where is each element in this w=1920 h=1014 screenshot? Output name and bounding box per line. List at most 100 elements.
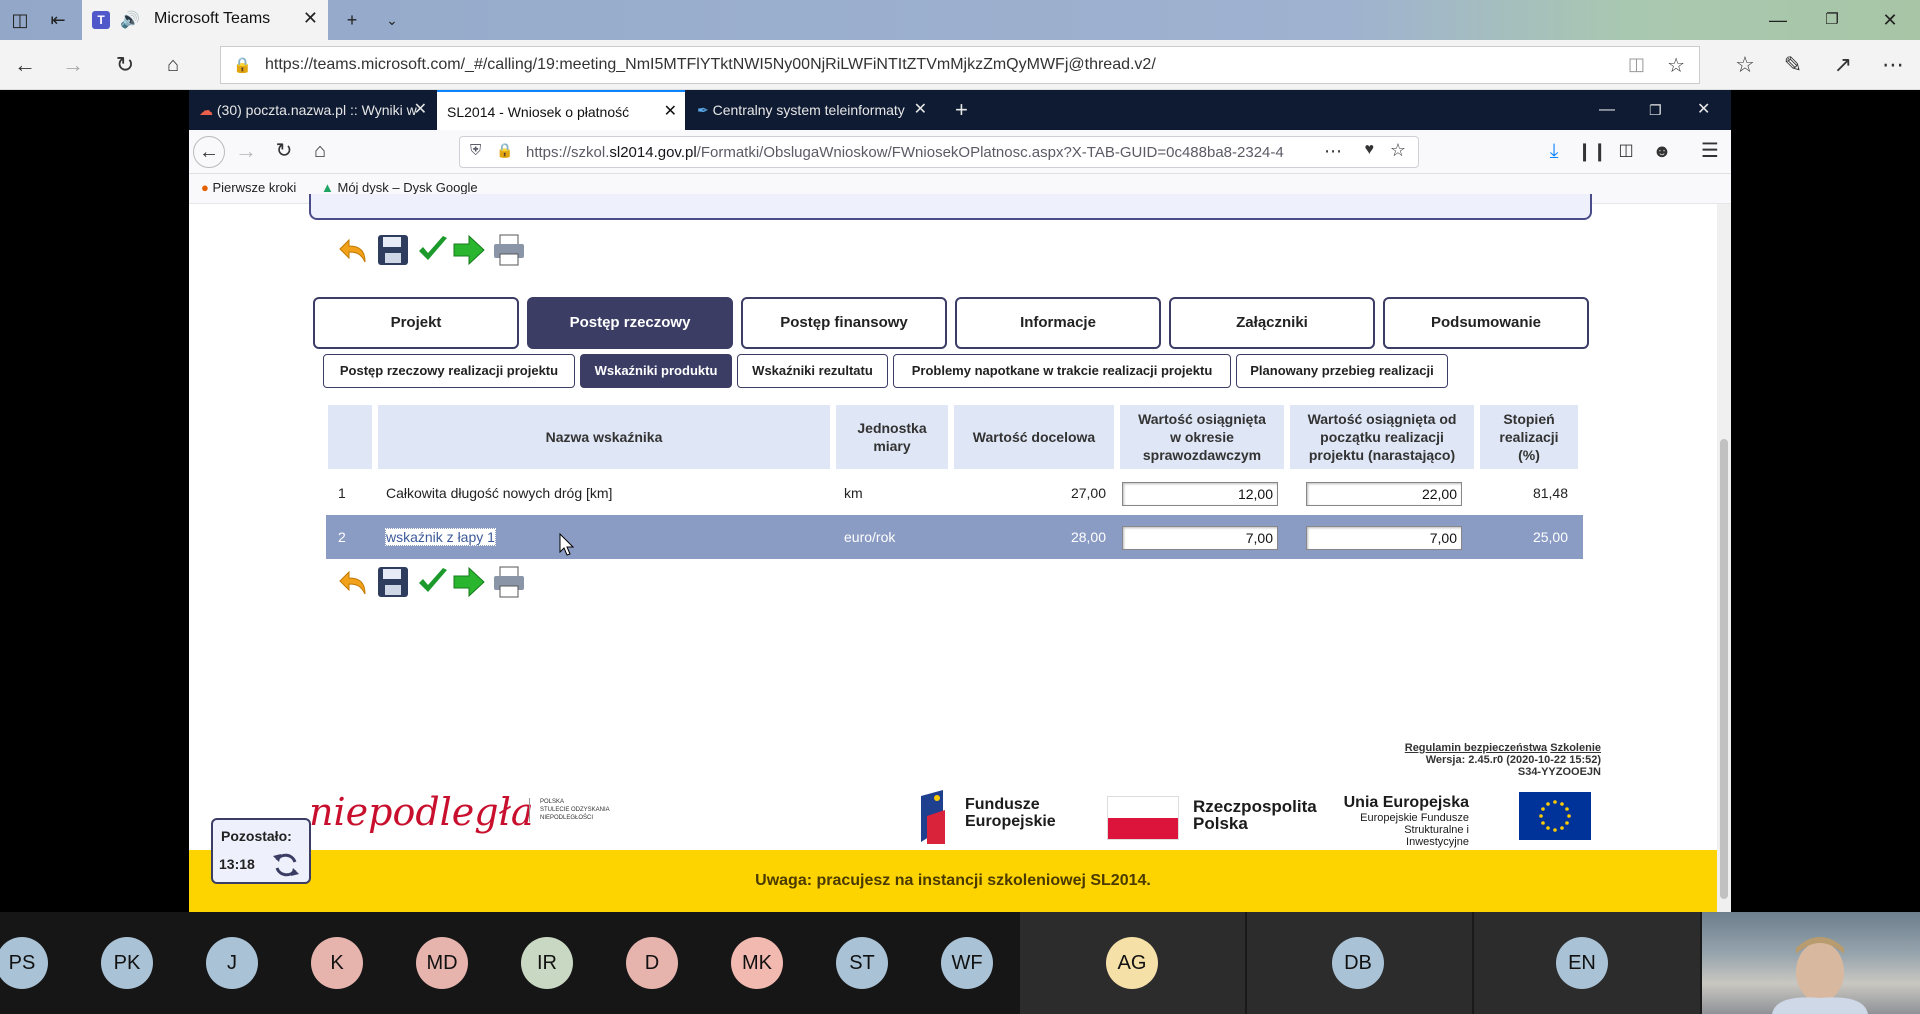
new-tab-icon[interactable]: + (945, 90, 985, 130)
back-icon[interactable]: ← (12, 52, 38, 78)
reading-view-icon[interactable]: ◫ (1628, 54, 1645, 75)
page-actions-icon[interactable]: ⋯ (1324, 141, 1342, 162)
chevron-down-icon[interactable]: ⌄ (380, 8, 404, 32)
footer-info: Regulamin bezpieczeństwa Szkolenie Wersj… (1405, 742, 1601, 778)
participant-avatar[interactable]: AG (1106, 937, 1158, 989)
participant-avatar[interactable]: MD (416, 937, 468, 989)
scrollbar-thumb[interactable] (1720, 439, 1728, 899)
ff-tab-poczta[interactable]: ☁ (30) poczta.nazwa.pl :: Wyniki w ✕ (189, 90, 435, 130)
participant-avatar[interactable]: J (206, 937, 258, 989)
ff-url-text[interactable]: https://szkol.sl2014.gov.pl/Formatki/Obs… (526, 144, 1284, 161)
edge-address-bar[interactable]: 🔒 https://teams.microsoft.com/_#/calling… (220, 46, 1700, 84)
forward-icon[interactable]: → (60, 52, 86, 78)
check-icon[interactable] (415, 564, 451, 600)
cumulative-value-input[interactable]: 7,00 (1306, 526, 1462, 550)
arrow-right-icon[interactable] (451, 564, 487, 600)
library-icon[interactable]: ❙❙ (1577, 138, 1607, 164)
speaker-icon[interactable]: 🔊 (120, 10, 140, 30)
ff-tab-sl2014[interactable]: SL2014 - Wniosek o płatność ✕ (437, 90, 685, 130)
subtab-planowany-przebieg[interactable]: Planowany przebieg realizacji (1236, 354, 1448, 388)
refresh-icon[interactable]: ↻ (271, 138, 297, 164)
arrow-right-icon[interactable] (451, 232, 487, 268)
close-tab-icon[interactable]: ✕ (303, 8, 318, 29)
menu-icon[interactable]: ☰ (1697, 138, 1723, 164)
table-row-selected[interactable]: 2 wskaźnik z łapy 1 euro/rok 28,00 7,00 … (326, 515, 1583, 559)
share-icon[interactable]: ↗ (1830, 52, 1856, 78)
undo-icon[interactable] (337, 232, 373, 268)
tab-projekt[interactable]: Projekt (313, 297, 519, 349)
participant-avatar[interactable]: MK (731, 937, 783, 989)
favorite-star-icon[interactable]: ☆ (1667, 53, 1685, 78)
tab-actions-icon[interactable]: ◫ (8, 8, 32, 32)
check-icon[interactable] (415, 232, 451, 268)
header-line: miary (873, 438, 911, 454)
save-icon[interactable] (375, 564, 411, 600)
save-icon[interactable] (375, 232, 411, 268)
tab-postep-rzeczowy[interactable]: Postęp rzeczowy (527, 297, 733, 349)
firefox-address-bar[interactable]: ⛨ 🔒 https://szkol.sl2014.gov.pl/Formatki… (459, 136, 1419, 168)
sidebar-icon[interactable]: ◫ (1613, 138, 1639, 164)
undo-icon[interactable] (337, 564, 373, 600)
window-close-icon[interactable]: ✕ (1687, 90, 1717, 130)
participant-avatar[interactable]: PK (101, 937, 153, 989)
bookmark-moj-dysk[interactable]: ▲ Mój dysk – Dysk Google (321, 180, 478, 195)
participant-avatar[interactable]: DB (1332, 937, 1384, 989)
tab-postep-finansowy[interactable]: Postęp finansowy (741, 297, 947, 349)
subtab-wskazniki-rezultatu[interactable]: Wskaźniki rezultatu (737, 354, 888, 388)
ff-tab-centralny[interactable]: ✒ Centralny system teleinformaty ✕ (687, 90, 935, 130)
training-link[interactable]: Szkolenie (1550, 742, 1601, 754)
tab-podsumowanie[interactable]: Podsumowanie (1383, 297, 1589, 349)
print-icon[interactable] (491, 564, 527, 600)
close-tab-icon[interactable]: ✕ (664, 92, 677, 130)
period-value-input[interactable]: 7,00 (1122, 526, 1278, 550)
pen-icon[interactable]: ✎ (1780, 52, 1806, 78)
header-line: realizacji (1499, 429, 1559, 445)
participant-avatar[interactable]: IR (521, 937, 573, 989)
cell-name-highlighted[interactable]: wskaźnik z łapy 1 (385, 528, 496, 546)
tab-aside-icon[interactable]: ⇤ (46, 8, 70, 32)
participant-avatar[interactable]: D (626, 937, 678, 989)
participant-avatar[interactable]: K (311, 937, 363, 989)
minimize-icon[interactable]: — (1589, 90, 1619, 130)
edge-url-text[interactable]: https://teams.microsoft.com/_#/calling/1… (265, 56, 1156, 74)
participant-avatar[interactable]: ST (836, 937, 888, 989)
more-icon[interactable]: ⋯ (1880, 52, 1906, 78)
participant-avatar[interactable]: EN (1556, 937, 1608, 989)
edge-tab-teams[interactable]: T 🔊 Microsoft Teams ✕ (82, 0, 328, 40)
close-tab-icon[interactable]: ✕ (414, 90, 427, 130)
print-icon[interactable] (491, 232, 527, 268)
download-icon[interactable]: ⤓ (1541, 138, 1567, 164)
page-scrollbar[interactable] (1717, 204, 1731, 912)
subtab-wskazniki-produktu[interactable]: Wskaźniki produktu (580, 354, 732, 388)
participants-strip: PS PK J K MD IR D MK ST WF AG DB EN (0, 912, 1920, 1014)
refresh-session-icon[interactable] (271, 850, 301, 880)
back-icon[interactable]: ← (193, 136, 225, 168)
period-value-input[interactable]: 12,00 (1122, 482, 1278, 506)
bookmark-pierwsze-kroki[interactable]: ● Pierwsze kroki (201, 180, 296, 195)
tab-zalaczniki[interactable]: Załączniki (1169, 297, 1375, 349)
minimize-icon[interactable]: — (1766, 8, 1790, 32)
window-close-icon[interactable]: ✕ (1878, 8, 1902, 32)
refresh-icon[interactable]: ↻ (112, 52, 138, 78)
edge-tab-bar: ◫ ⇤ T 🔊 Microsoft Teams ✕ + ⌄ — ❐ ✕ (0, 0, 1920, 40)
security-rules-link[interactable]: Regulamin bezpieczeństwa (1405, 742, 1547, 754)
restore-icon[interactable]: ❐ (1639, 90, 1669, 130)
tab-informacje[interactable]: Informacje (955, 297, 1161, 349)
home-icon[interactable]: ⌂ (160, 52, 186, 78)
logo-line: Unia Europejska (1343, 794, 1469, 811)
shield-icon[interactable]: ⛨ (470, 142, 481, 159)
new-tab-icon[interactable]: + (340, 8, 364, 32)
pocket-icon[interactable]: ♥ (1365, 141, 1375, 159)
favorites-icon[interactable]: ☆ (1732, 52, 1758, 78)
table-row[interactable]: 1 Całkowita długość nowych dróg [km] km … (326, 471, 1583, 515)
cumulative-value-input[interactable]: 22,00 (1306, 482, 1462, 506)
forward-icon[interactable]: → (233, 138, 259, 164)
subtab-postep-rzeczowy-realizacji[interactable]: Postęp rzeczowy realizacji projektu (323, 354, 575, 388)
close-tab-icon[interactable]: ✕ (914, 90, 927, 130)
subtab-problemy[interactable]: Problemy napotkane w trakcie realizacji … (893, 354, 1231, 388)
restore-icon[interactable]: ❐ (1820, 8, 1844, 32)
account-icon[interactable]: ☻ (1649, 138, 1675, 164)
home-icon[interactable]: ⌂ (307, 138, 333, 164)
participant-avatar[interactable]: WF (941, 937, 993, 989)
bookmark-star-icon[interactable]: ☆ (1390, 140, 1406, 161)
